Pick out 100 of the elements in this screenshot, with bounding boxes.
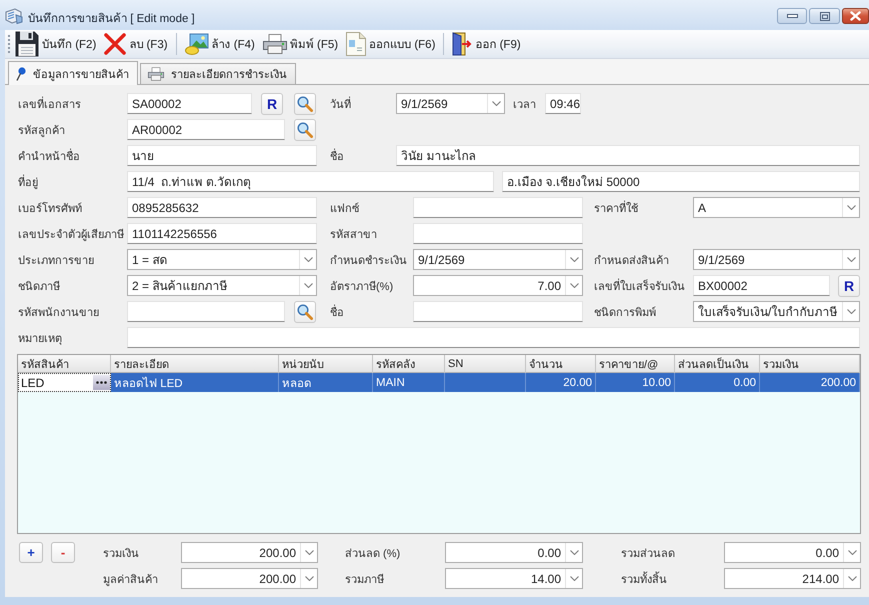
- text-field[interactable]: 09:46: [545, 93, 581, 114]
- text-field[interactable]: 11/4 ถ.ท่าแพ ต.วัดเกตุ: [127, 171, 494, 192]
- add-button[interactable]: +: [19, 542, 43, 563]
- field-label: แฟกซ์: [329, 202, 360, 216]
- chevron-down-icon: [304, 257, 312, 262]
- grip-icon[interactable]: [8, 34, 11, 54]
- field-label: คำนำหน้าชื่อ: [17, 148, 81, 164]
- text-field[interactable]: SA00002: [127, 93, 252, 114]
- chevron-down-icon: [848, 550, 856, 555]
- chevron-down-icon: [848, 576, 856, 581]
- r-button[interactable]: R: [838, 274, 860, 296]
- document-icon: [346, 32, 366, 56]
- total-dropdown[interactable]: 214.00: [724, 568, 861, 589]
- chevron-down-icon: [846, 205, 856, 210]
- text-field[interactable]: 1101142256556: [127, 223, 317, 244]
- text-field[interactable]: วินัย มานะไกล: [396, 145, 860, 166]
- minimize-button[interactable]: [777, 8, 807, 24]
- field-label: ชื่อ: [329, 148, 345, 164]
- search-button[interactable]: [294, 300, 316, 322]
- field-label: วันที่: [329, 96, 352, 112]
- chevron-down-icon: [304, 576, 314, 581]
- field-label: รหัสพนักงานขาย: [17, 306, 100, 320]
- date-dropdown[interactable]: 9/1/2569: [693, 249, 860, 270]
- window-title: บันทึกการขายสินค้า [ Edit mode ]: [28, 12, 195, 27]
- field-label: เลขที่เอกสาร: [17, 96, 82, 112]
- total-dropdown[interactable]: 0.00: [724, 542, 861, 563]
- search-icon: [297, 304, 313, 320]
- text-field[interactable]: [413, 197, 583, 218]
- dropdown[interactable]: 7.00: [413, 275, 583, 296]
- total-dropdown[interactable]: 14.00: [445, 568, 583, 589]
- field-label: ชนิดภาษี: [17, 280, 61, 294]
- maximize-button[interactable]: [809, 8, 840, 24]
- close-button[interactable]: [842, 8, 869, 24]
- date-dropdown[interactable]: 9/1/2569: [396, 93, 505, 114]
- field-label: หมายเหตุ: [17, 332, 63, 346]
- r-button[interactable]: R: [261, 92, 283, 114]
- maximize-icon: [820, 12, 830, 20]
- text-field[interactable]: [127, 301, 285, 322]
- text-field[interactable]: BX00002: [693, 275, 830, 296]
- chevron-down-icon: [570, 257, 578, 262]
- chevron-down-icon: [846, 257, 856, 262]
- minimize-icon: [786, 14, 798, 18]
- chevron-down-icon: [492, 101, 500, 106]
- close-icon: [850, 11, 861, 21]
- table-cell: 200.00: [760, 373, 860, 392]
- toolbar-button[interactable]: ออกแบบ (F6): [342, 30, 440, 58]
- door-arrow-icon: [452, 32, 472, 56]
- table-cell: หลอด: [279, 373, 373, 392]
- total-dropdown[interactable]: 200.00: [181, 542, 318, 563]
- tab[interactable]: ข้อมูลการขายสินค้า: [8, 61, 138, 85]
- text-field[interactable]: [413, 223, 583, 244]
- chevron-down-icon: [570, 576, 578, 581]
- total-label: รวมทั้งสิ้น: [621, 570, 668, 588]
- ellipsis-icon: [96, 381, 107, 384]
- toolbar-button[interactable]: พิมพ์ (F5): [258, 30, 342, 58]
- total-label: รวมเงิน: [103, 546, 140, 562]
- search-button[interactable]: [294, 118, 316, 140]
- text-field[interactable]: 0895285632: [127, 197, 317, 218]
- tab[interactable]: รายละเอียดการชำระเงิน: [140, 63, 296, 84]
- pin-icon: [16, 66, 26, 80]
- search-icon: [297, 122, 313, 138]
- text-field[interactable]: AR00002: [127, 119, 285, 140]
- field-label: เลขที่ใบเสร็จรับเงิน: [593, 278, 686, 294]
- total-dropdown[interactable]: 200.00: [181, 568, 318, 589]
- chevron-down-icon: [570, 283, 578, 288]
- table-cell: MAIN: [373, 373, 445, 392]
- toolbar-button[interactable]: ลบ (F3): [100, 30, 172, 58]
- field-label: ที่อยู่: [17, 174, 39, 190]
- table-cell: 10.00: [596, 373, 675, 392]
- cell-editor[interactable]: LED: [18, 373, 111, 392]
- field-label: ชนิดการพิมพ์: [593, 306, 657, 320]
- dropdown[interactable]: A: [693, 197, 860, 218]
- toolbar-button[interactable]: ออก (F9): [448, 30, 525, 58]
- table-row[interactable]: LED หลอดไฟ LED หลอด MAIN 20.00 10.00 0.00 200.00: [18, 373, 860, 392]
- dropdown[interactable]: 2 = สินค้าแยกภาษี: [127, 275, 317, 296]
- search-icon: [297, 96, 313, 112]
- text-field[interactable]: [127, 327, 860, 348]
- text-field[interactable]: อ.เมือง จ.เชียงใหม่ 50000: [502, 171, 860, 192]
- field-label: เลขประจำตัวผู้เสียภาษี: [17, 228, 125, 242]
- table-cell: 0.00: [675, 373, 760, 392]
- chevron-down-icon: [570, 550, 578, 555]
- field-label: ชื่อ: [329, 304, 345, 320]
- dropdown[interactable]: ใบเสร็จรับเงิน/ใบกำกับภาษี: [693, 301, 860, 322]
- dropdown[interactable]: 1 = สด: [127, 249, 317, 270]
- chevron-down-icon: [846, 309, 856, 314]
- total-label: รวมภาษี: [345, 572, 385, 588]
- field-label: อัตราภาษี(%): [329, 280, 394, 294]
- toolbar-button[interactable]: บันทึก (F2): [11, 30, 100, 58]
- chevron-down-icon: [304, 283, 312, 288]
- table-cell: 20.00: [526, 373, 596, 392]
- text-field[interactable]: นาย: [127, 145, 317, 166]
- text-field[interactable]: [413, 301, 583, 322]
- total-label: รวมส่วนลด: [621, 546, 676, 562]
- toolbar-button[interactable]: ล้าง (F4): [180, 30, 259, 58]
- remove-button[interactable]: -: [51, 542, 75, 563]
- ellipsis-button[interactable]: [93, 375, 110, 390]
- field-label: กำหนดส่งสินค้า: [593, 254, 670, 268]
- date-dropdown[interactable]: 9/1/2569: [413, 249, 583, 270]
- search-button[interactable]: [294, 92, 316, 114]
- total-dropdown[interactable]: 0.00: [445, 542, 583, 563]
